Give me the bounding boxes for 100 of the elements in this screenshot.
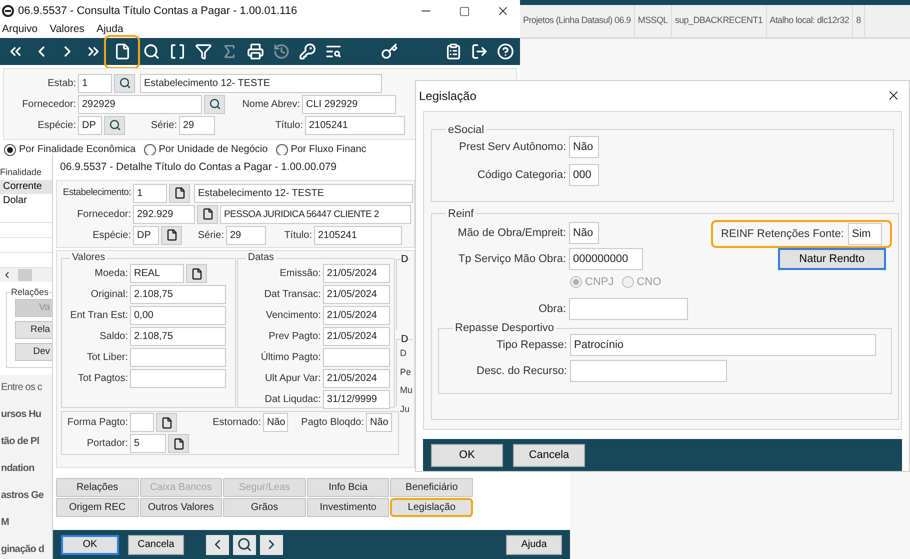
action-button[interactable]: Origem REC — [56, 498, 139, 517]
text-field[interactable]: 1 — [78, 74, 112, 92]
text-field[interactable]: 21/05/2024 — [322, 285, 390, 304]
menu-entry[interactable]: ndation — [0, 461, 52, 479]
nav-button[interactable] — [206, 534, 229, 554]
text-field[interactable]: Não — [569, 222, 599, 244]
text-field[interactable]: CLI 292929 — [302, 94, 396, 114]
action-button[interactable]: Legislação — [390, 498, 473, 517]
menu-entry[interactable]: M — [0, 515, 52, 533]
text-field[interactable] — [130, 369, 226, 388]
relations-button[interactable]: Dev — [15, 343, 52, 361]
search-icon — [142, 43, 160, 60]
field-label: Dat Liqudac: — [264, 393, 321, 407]
action-button[interactable]: Grãos — [223, 498, 306, 517]
radio-button[interactable] — [144, 144, 156, 156]
field-label: Vencimento: — [264, 309, 321, 323]
lookup-button[interactable] — [186, 264, 207, 283]
lookup-button[interactable] — [156, 413, 177, 432]
text-field[interactable]: DP — [78, 116, 102, 134]
text-field[interactable]: Estabelecimento 12- TESTE — [194, 184, 413, 202]
help-button[interactable]: Ajuda — [506, 534, 562, 554]
text-field[interactable]: Não — [569, 136, 599, 158]
dialog-button[interactable]: Cancela — [513, 444, 585, 467]
group-title: Valores — [71, 252, 106, 264]
field-label: Prev Pagto: — [268, 330, 321, 344]
radio-button[interactable] — [276, 144, 288, 156]
dialog-button[interactable]: OK — [431, 444, 503, 467]
clipboard-icon — [444, 43, 462, 60]
status-cell: Atalho local: dlc12r32 — [766, 5, 854, 37]
text-field[interactable] — [130, 413, 154, 432]
text-field[interactable]: Estabelecimento 12- TESTE — [140, 74, 382, 92]
text-field[interactable]: 2105241 — [305, 116, 405, 134]
key-icon — [298, 43, 316, 60]
field-label: REINF Retenções Fonte: — [721, 226, 844, 242]
text-field[interactable] — [570, 360, 727, 382]
lookup-button[interactable] — [168, 434, 189, 453]
scrollbar[interactable] — [0, 268, 52, 282]
text-field[interactable]: DP — [133, 226, 159, 244]
lookup-button[interactable] — [169, 184, 190, 202]
menu-entry[interactable]: tão de Pl — [0, 434, 52, 452]
action-button[interactable]: Relações — [56, 478, 139, 497]
text-field[interactable]: Patrocínio — [570, 334, 876, 356]
text-field[interactable]: 31/12/9999 — [322, 390, 390, 409]
text-field[interactable] — [322, 348, 390, 367]
text-field[interactable]: REAL — [130, 264, 184, 283]
field-label: Tot Liber: — [86, 351, 128, 365]
action-button[interactable]: Beneficiário — [390, 478, 473, 497]
lookup-button[interactable] — [161, 226, 182, 244]
action-button[interactable]: Investimento — [306, 498, 390, 517]
radio-button[interactable] — [4, 144, 16, 156]
menu-entry[interactable]: ginação d — [0, 542, 52, 559]
dialog-button[interactable]: OK — [61, 534, 119, 554]
text-field[interactable]: 29 — [179, 116, 215, 134]
list-row[interactable]: Corrente — [0, 180, 52, 194]
text-field[interactable]: 21/05/2024 — [322, 264, 390, 283]
nav-button[interactable] — [233, 534, 256, 554]
text-field[interactable] — [130, 348, 226, 367]
toolbar-button[interactable] — [106, 36, 138, 66]
text-field[interactable]: 292.929 — [133, 204, 195, 224]
lookup-button[interactable] — [204, 94, 225, 114]
document-icon — [174, 187, 186, 199]
action-button[interactable]: Info Bcia — [306, 478, 390, 497]
text-field[interactable]: 21/05/2024 — [322, 327, 390, 346]
text-field[interactable]: Sim — [848, 222, 882, 245]
text-field[interactable]: 2105241 — [314, 226, 402, 244]
menu-entry[interactable]: ursos Hu — [0, 407, 52, 425]
text-field[interactable]: 1 — [133, 184, 167, 202]
text-field[interactable]: 29 — [226, 226, 266, 244]
text-field[interactable]: 5 — [130, 434, 166, 453]
text-field[interactable]: 2.108,75 — [130, 285, 226, 304]
document-icon — [114, 43, 130, 60]
document-icon — [172, 438, 184, 450]
lookup-button[interactable] — [197, 204, 218, 224]
text-field[interactable]: Não — [366, 413, 392, 432]
document-icon — [202, 208, 214, 220]
natur-rendto-button[interactable]: Natur Rendto — [778, 248, 886, 270]
lookup-button[interactable] — [104, 116, 125, 134]
text-field[interactable] — [569, 298, 688, 320]
text-field[interactable]: 0,00 — [130, 306, 226, 325]
text-field[interactable]: 000000000 — [569, 248, 643, 270]
menu-item[interactable]: Ajuda — [96, 22, 124, 38]
menu-entry[interactable]: Entre os c — [0, 380, 52, 398]
menu-item[interactable]: Valores — [50, 22, 84, 38]
dialog-button[interactable]: Cancela — [128, 534, 184, 554]
action-button[interactable]: Outros Valores — [140, 498, 222, 517]
text-field[interactable]: 292929 — [78, 94, 202, 114]
text-field[interactable]: 21/05/2024 — [322, 306, 390, 325]
text-field[interactable]: 21/05/2024 — [322, 369, 390, 388]
menu-item[interactable]: Arquivo — [2, 22, 38, 38]
text-field[interactable]: Não — [263, 413, 288, 432]
exit-icon — [470, 43, 488, 60]
text-field[interactable]: 000 — [569, 164, 599, 186]
history-icon — [272, 43, 290, 60]
text-field[interactable]: PESSOA JURIDICA 56447 CLIENTE 2 — [220, 204, 411, 224]
relations-button[interactable]: Rela — [15, 321, 52, 339]
maximize-icon[interactable] — [459, 6, 470, 16]
nav-button[interactable] — [260, 534, 283, 554]
lookup-button[interactable] — [114, 74, 135, 92]
menu-entry[interactable]: astros Ge — [0, 488, 52, 506]
text-field[interactable]: 2.108,75 — [130, 327, 226, 346]
